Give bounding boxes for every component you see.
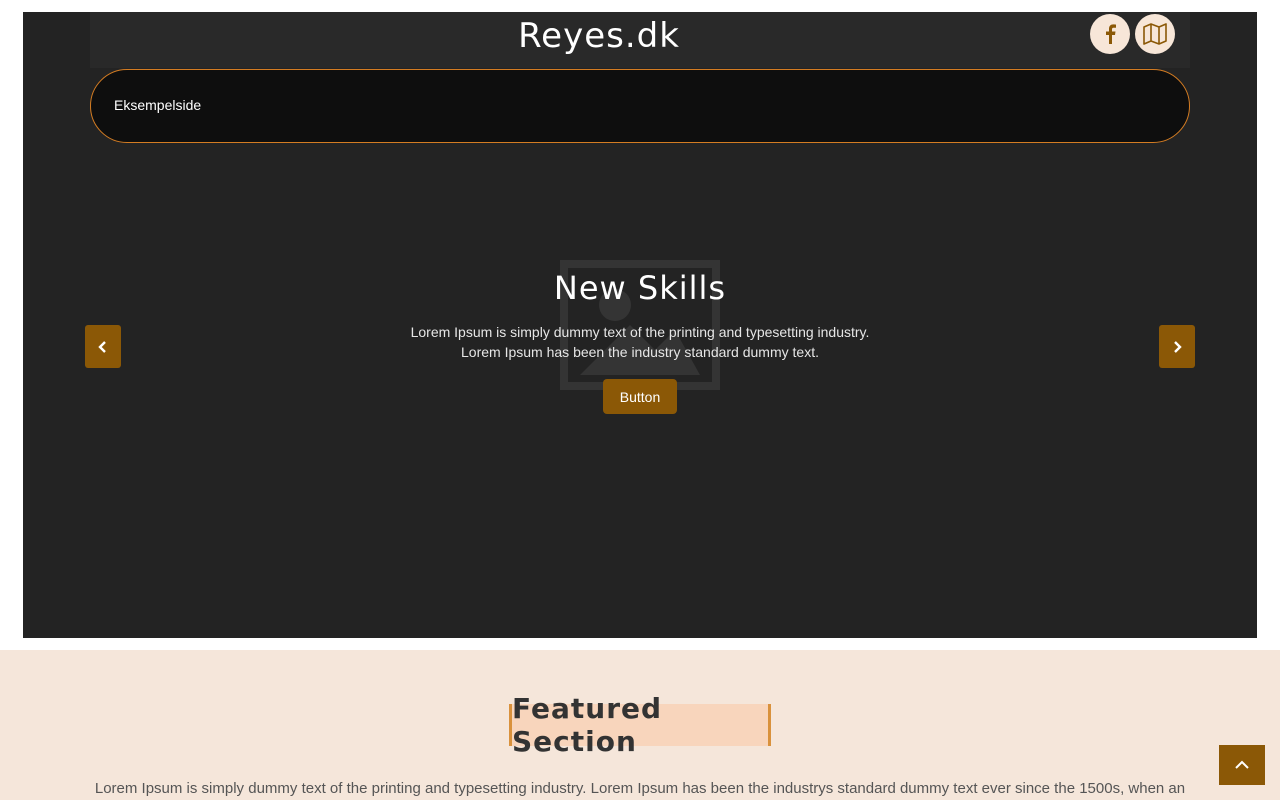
- slide-text-line: Lorem Ipsum has been the industry standa…: [461, 344, 819, 360]
- featured-title-box: Featured Section: [509, 692, 771, 758]
- site-title[interactable]: Reyes.dk: [0, 14, 1198, 58]
- chevron-right-icon: [1174, 340, 1182, 353]
- slider-next-button[interactable]: [1159, 325, 1195, 368]
- featured-text: Lorem Ipsum is simply dummy text of the …: [94, 780, 1186, 797]
- main-navigation: Eksempelside: [90, 69, 1190, 143]
- slide-title: New Skills: [553, 269, 727, 307]
- map-icon: [1143, 23, 1167, 45]
- map-button[interactable]: [1135, 14, 1175, 54]
- slider-prev-button[interactable]: [85, 325, 121, 368]
- chevron-up-icon: [1235, 760, 1249, 769]
- slide-text-line: Lorem Ipsum is simply dummy text of the …: [410, 324, 870, 340]
- featured-title: Featured Section: [512, 692, 663, 758]
- slide-text: Lorem Ipsum is simply dummy text of the …: [0, 322, 1280, 362]
- scroll-to-top-button[interactable]: [1219, 745, 1265, 785]
- nav-item-eksempelside[interactable]: Eksempelside: [114, 97, 201, 113]
- featured-section: Featured Section Lorem Ipsum is simply d…: [0, 650, 1280, 800]
- facebook-button[interactable]: [1090, 14, 1130, 54]
- chevron-left-icon: [98, 340, 106, 353]
- facebook-icon: [1106, 24, 1116, 44]
- slide-button[interactable]: Button: [603, 379, 677, 414]
